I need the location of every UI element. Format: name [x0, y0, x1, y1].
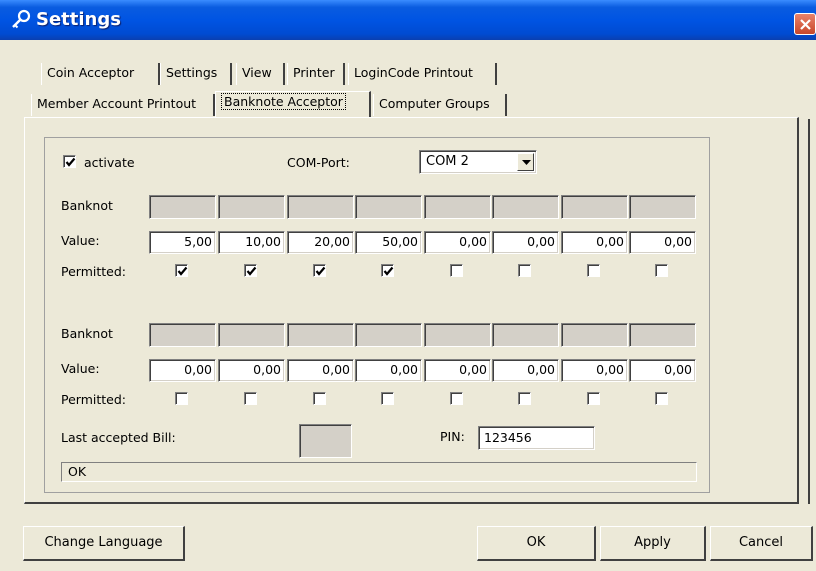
permitted-checkbox[interactable] — [175, 264, 188, 277]
value-input[interactable]: 50,00 — [355, 231, 422, 254]
value-input[interactable]: 0,00 — [561, 359, 628, 382]
value-label-2: Value: — [61, 361, 100, 376]
status-bar: OK — [61, 462, 697, 482]
com-port-dropdown-button[interactable] — [517, 153, 534, 171]
permitted-checkbox[interactable] — [450, 264, 463, 277]
banknote-slot — [629, 195, 696, 219]
permitted-checkbox[interactable] — [587, 392, 600, 405]
banknote-slot — [287, 323, 354, 347]
value-input[interactable]: 0,00 — [424, 359, 491, 382]
banknote-slot — [492, 323, 559, 347]
permitted-checkbox[interactable] — [587, 264, 600, 277]
banknote-slot — [149, 323, 216, 347]
pin-label: PIN: — [440, 429, 465, 444]
permitted-checkbox[interactable] — [175, 392, 188, 405]
permitted-checkbox[interactable] — [381, 392, 394, 405]
banknote-slot — [561, 323, 628, 347]
status-text: OK — [68, 464, 87, 479]
tab-member-account-printout[interactable]: Member Account Printout — [31, 94, 215, 116]
banknote-slot — [629, 323, 696, 347]
change-language-button[interactable]: Change Language — [23, 526, 185, 561]
tab-printer[interactable]: Printer — [287, 63, 345, 85]
value-input[interactable]: 20,00 — [287, 231, 354, 254]
tab-coin-acceptor[interactable]: Coin Acceptor — [41, 63, 160, 85]
activate-label: activate — [84, 155, 135, 170]
value-input[interactable]: 10,00 — [218, 231, 285, 254]
banknote-slot — [424, 323, 491, 347]
window-title: Settings — [36, 9, 121, 30]
activate-checkbox[interactable] — [63, 155, 76, 168]
banknote-slot — [218, 195, 285, 219]
tab-view[interactable]: View — [236, 63, 285, 85]
permitted-checkbox[interactable] — [244, 264, 257, 277]
value-input[interactable]: 0,00 — [492, 359, 559, 382]
banknote-slot — [561, 195, 628, 219]
title-bar: Settings — [0, 0, 816, 40]
value-input[interactable]: 0,00 — [424, 231, 491, 254]
outer-frame-edge — [808, 119, 810, 504]
close-button[interactable] — [794, 13, 816, 35]
permitted-label-1: Permitted: — [61, 264, 126, 279]
com-port-value: COM 2 — [426, 154, 469, 169]
banknote-label-2: Banknot — [61, 326, 113, 341]
value-input[interactable]: 0,00 — [355, 359, 422, 382]
check-icon — [383, 266, 394, 276]
permitted-label-2: Permitted: — [61, 392, 126, 407]
tab-logincode-printout[interactable]: LoginCode Printout — [348, 63, 497, 85]
permitted-checkbox[interactable] — [518, 264, 531, 277]
tab-settings[interactable]: Settings — [160, 63, 232, 85]
permitted-checkbox[interactable] — [381, 264, 394, 277]
banknote-slot — [355, 323, 422, 347]
cancel-button[interactable]: Cancel — [710, 526, 813, 561]
value-input[interactable]: 0,00 — [492, 231, 559, 254]
banknote-label-1: Banknot — [61, 198, 113, 213]
banknote-slot — [218, 323, 285, 347]
last-accepted-bill-label: Last accepted Bill: — [61, 430, 176, 445]
banknote-slot — [287, 195, 354, 219]
permitted-checkbox[interactable] — [244, 392, 257, 405]
check-icon — [246, 266, 257, 276]
permitted-checkbox[interactable] — [313, 264, 326, 277]
ok-button[interactable]: OK — [477, 526, 596, 561]
banknote-slot — [355, 195, 422, 219]
last-accepted-bill-display — [299, 424, 352, 458]
tab-banknote-acceptor[interactable]: Banknote Acceptor — [215, 91, 371, 117]
check-icon — [177, 266, 188, 276]
value-input[interactable]: 0,00 — [629, 231, 696, 254]
check-icon — [65, 157, 76, 167]
permitted-checkbox[interactable] — [655, 392, 668, 405]
permitted-checkbox[interactable] — [313, 392, 326, 405]
close-icon — [800, 19, 811, 30]
value-input[interactable]: 0,00 — [287, 359, 354, 382]
permitted-checkbox[interactable] — [655, 264, 668, 277]
banknote-slot — [149, 195, 216, 219]
com-port-label: COM-Port: — [287, 155, 350, 170]
value-input[interactable]: 5,00 — [149, 231, 216, 254]
apply-button[interactable]: Apply — [600, 526, 706, 561]
tab-computer-groups[interactable]: Computer Groups — [373, 94, 507, 116]
permitted-checkbox[interactable] — [518, 392, 531, 405]
key-icon — [12, 9, 31, 29]
banknote-slot — [424, 195, 491, 219]
check-icon — [315, 266, 326, 276]
permitted-checkbox[interactable] — [450, 392, 463, 405]
value-input[interactable]: 0,00 — [149, 359, 216, 382]
banknote-slot — [492, 195, 559, 219]
value-input[interactable]: 0,00 — [561, 231, 628, 254]
com-port-select[interactable]: COM 2 — [419, 150, 537, 174]
value-input[interactable]: 0,00 — [218, 359, 285, 382]
value-label-1: Value: — [61, 233, 100, 248]
value-input[interactable]: 0,00 — [629, 359, 696, 382]
pin-input[interactable]: 123456 — [478, 426, 595, 450]
chevron-down-icon — [522, 160, 531, 165]
